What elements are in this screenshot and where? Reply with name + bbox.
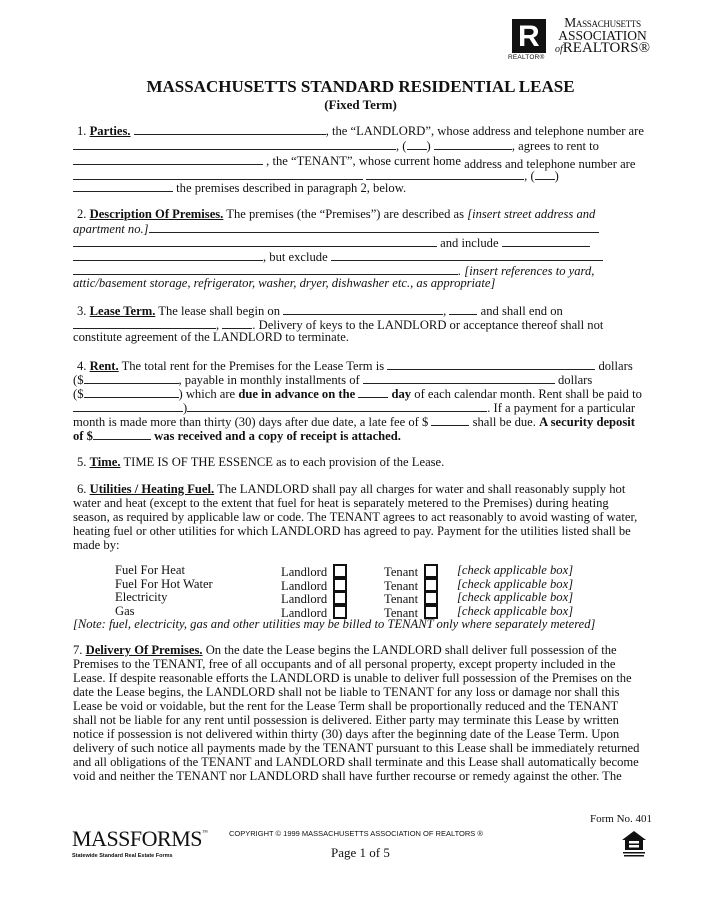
parties-heading: Parties. xyxy=(89,124,131,138)
rent-line-1: 4. Rent. The total rent for the Premises… xyxy=(77,358,633,373)
monthly-installment-words-field[interactable] xyxy=(362,372,555,384)
tenant-checkbox[interactable] xyxy=(424,564,439,578)
rent-line-5: month is made more than thirty (30) days… xyxy=(73,414,635,429)
premises-include-field[interactable] xyxy=(501,235,590,247)
rent-line-4: ). If a payment for a particular xyxy=(73,400,635,415)
rent-line-3: ($) which are due in advance on the day … xyxy=(73,386,642,401)
massforms-tagline: Statewide Standard Real Estate Forms xyxy=(72,853,173,859)
parties-line-1: 1. Parties. , the “LANDLORD”, whose addr… xyxy=(77,123,644,138)
late-fee-field[interactable] xyxy=(431,414,470,426)
rent-line-2: ($, payable in monthly installments of d… xyxy=(73,372,593,387)
delivery-line: delivery of such notice all payments mad… xyxy=(73,741,640,755)
total-rent-words-field[interactable] xyxy=(387,358,596,370)
landlord-checkbox[interactable] xyxy=(333,577,348,592)
rent-heading: Rent. xyxy=(89,359,119,373)
rent-payee-address-field[interactable] xyxy=(187,400,488,412)
premises-line-3: and include xyxy=(73,235,590,250)
tenant-checkbox[interactable] xyxy=(424,591,439,605)
org-name-line3: ofREALTORS® xyxy=(555,40,651,56)
document-subtitle: (Fixed Term) xyxy=(324,97,397,112)
premises-include-field-2[interactable] xyxy=(73,249,263,261)
landlord-checkbox[interactable] xyxy=(333,591,348,605)
total-rent-amount-field[interactable] xyxy=(83,372,179,384)
landlord-area-code-field[interactable] xyxy=(406,138,427,150)
check-instruction: [check applicable box] xyxy=(457,563,574,577)
document-title: MASSACHUSETTS STANDARD RESIDENTIAL LEASE xyxy=(146,77,575,96)
tenant-phone-field[interactable] xyxy=(73,180,173,192)
tenant-area-code-field[interactable] xyxy=(534,168,555,180)
realtor-r-logo-icon: R xyxy=(512,19,546,53)
equal-housing-opportunity-icon xyxy=(622,831,646,857)
utilities-line-3: season, as required by applicable law or… xyxy=(73,510,638,524)
delivery-line: void and neither the TENANT nor LANDLORD… xyxy=(73,769,622,783)
org-logo-text: Massachusetts ASSOCIATION ofREALTORS® xyxy=(555,16,650,56)
utilities-line-4: heating fuel or other utilities for whic… xyxy=(73,524,631,538)
landlord-name-field[interactable] xyxy=(133,123,326,135)
massforms-logo: MASSFORMS™ xyxy=(72,826,208,851)
landlord-phone-field[interactable] xyxy=(433,138,512,150)
lease-start-date-field[interactable] xyxy=(283,303,444,315)
due-day-field[interactable] xyxy=(358,386,389,398)
premises-address-field-2[interactable] xyxy=(73,235,437,247)
premises-address-field[interactable] xyxy=(148,221,599,233)
lease-term-line-1: 3. Lease Term. The lease shall begin on … xyxy=(77,303,563,318)
tenant-name-field[interactable] xyxy=(73,153,263,165)
lease-term-heading: Lease Term. xyxy=(89,304,156,318)
premises-exclude-field-2[interactable] xyxy=(73,263,458,275)
utility-name: Fuel For Heat xyxy=(115,563,185,577)
monthly-installment-amount-field[interactable] xyxy=(83,386,179,398)
rent-line-6: of $ was received and a copy of receipt … xyxy=(73,428,401,443)
rent-payee-field[interactable] xyxy=(73,400,183,412)
delivery-line: Lease. If despite reasonable efforts the… xyxy=(73,671,632,685)
landlord-address-field[interactable] xyxy=(73,138,396,150)
security-deposit-field[interactable] xyxy=(92,428,151,440)
page-number: Page 1 of 5 xyxy=(331,845,390,860)
premises-line-4: , but exclude xyxy=(73,249,603,264)
time-heading: Time. xyxy=(89,455,121,469)
lease-term-line-3: constitute agreement of the LANDLORD to … xyxy=(73,330,349,344)
copyright-notice: COPYRIGHT © 1999 MASSACHUSETTS ASSOCIATI… xyxy=(229,829,483,838)
lease-end-date-field[interactable] xyxy=(73,317,216,329)
delivery-line: Premises to the TENANT, free of all occu… xyxy=(73,657,616,671)
parties-line-3: , the “TENANT”, whose current home addre… xyxy=(73,153,635,171)
tenant-address-field[interactable] xyxy=(73,168,363,180)
utility-name: Electricity xyxy=(115,590,168,604)
utilities-note: [Note: fuel, electricity, gas and other … xyxy=(73,617,596,631)
check-instruction: [check applicable box] xyxy=(457,576,574,591)
check-instruction: [check applicable box] xyxy=(457,590,574,604)
delivery-line: notice if possession is not delivered wi… xyxy=(73,727,620,741)
delivery-line-1: 7. Delivery Of Premises. On the date the… xyxy=(73,643,617,657)
parties-line-2: , () , agrees to rent to xyxy=(73,138,599,153)
tenant-checkbox[interactable] xyxy=(424,577,439,592)
delivery-line: date the Lease begins, the LANDLORD shal… xyxy=(73,685,620,699)
delivery-heading: Delivery Of Premises. xyxy=(85,643,203,657)
delivery-line: Lease be void or voidable, but the rent … xyxy=(73,699,619,713)
utilities-line-5: made by: xyxy=(73,538,120,552)
time-section: 5. Time. TIME IS OF THE ESSENCE as to ea… xyxy=(77,455,445,469)
check-instruction: [check applicable box] xyxy=(457,603,574,618)
utilities-line-2: water and heat (except to the extent tha… xyxy=(73,496,609,510)
delivery-line: and all obligations of the TENANT and LA… xyxy=(73,755,639,769)
landlord-checkbox[interactable] xyxy=(333,564,348,578)
premises-line-1: 2. Description Of Premises. The premises… xyxy=(77,207,596,221)
utilities-line-1: 6. Utilities / Heating Fuel. The LANDLOR… xyxy=(77,482,626,496)
premises-exclude-field[interactable] xyxy=(330,249,603,261)
parties-line-5: the premises described in paragraph 2, b… xyxy=(73,180,406,195)
realtor-label: REALTOR® xyxy=(508,54,545,61)
utility-name: Fuel For Hot Water xyxy=(115,576,213,591)
premises-heading: Description Of Premises. xyxy=(89,207,224,221)
utilities-heading: Utilities / Heating Fuel. xyxy=(89,482,215,496)
lease-start-year-field[interactable] xyxy=(449,303,478,315)
lease-end-year-field[interactable] xyxy=(222,317,253,329)
tenant-address-field-2[interactable] xyxy=(366,168,525,180)
form-number: Form No. 401 xyxy=(590,813,653,825)
premises-line-6: attic/basement storage, refrigerator, wa… xyxy=(73,276,496,290)
premises-line-2: apartment no.] xyxy=(73,221,599,236)
delivery-line: shall not be liable for any rent until p… xyxy=(73,713,619,727)
utility-name: Gas xyxy=(115,603,135,618)
